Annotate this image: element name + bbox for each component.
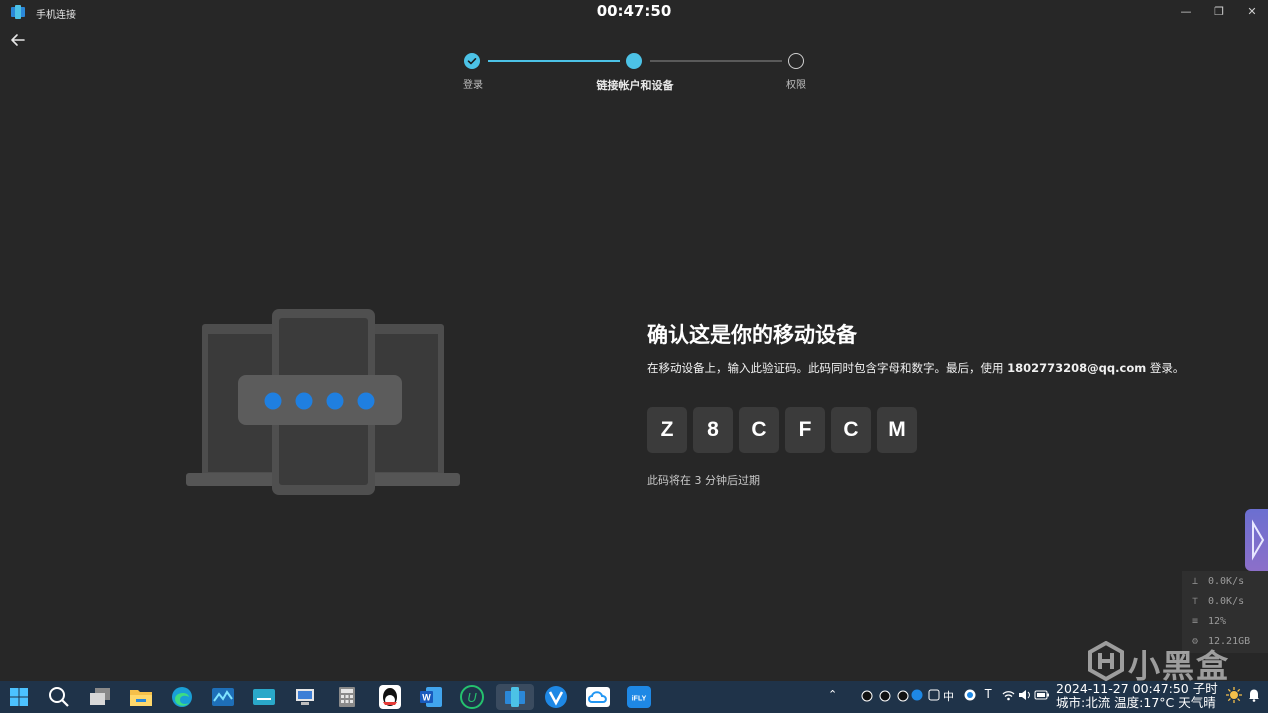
code-char: C	[831, 407, 871, 453]
code-char: C	[739, 407, 779, 453]
code-char: Z	[647, 407, 687, 453]
word-icon: W	[420, 687, 442, 707]
step-2-label: 链接帐户和设备	[596, 79, 674, 92]
cpu-icon: ≡	[1191, 615, 1199, 627]
windows-logo-icon	[10, 688, 28, 706]
v-app-icon	[545, 686, 567, 708]
computer-icon	[296, 689, 314, 705]
code-char: M	[877, 407, 917, 453]
restore-button[interactable]: ❐	[1208, 3, 1230, 21]
clock-overlay: 00:47:50	[596, 2, 672, 20]
u-app-icon: U	[460, 685, 484, 709]
utools-button[interactable]: U	[458, 684, 486, 710]
edge-browser-button[interactable]	[168, 684, 196, 710]
taskbar-datetime: 2024-11-27 00:47:50 子时	[1056, 681, 1218, 696]
cloud-icon	[586, 687, 610, 707]
svg-text:U: U	[467, 690, 477, 705]
taskbar-clock[interactable]: 2024-11-27 00:47:50 子时 城市:北流 温度:17°C 天气晴	[1056, 682, 1218, 710]
monitor-app-button[interactable]	[209, 684, 237, 710]
code-char: F	[785, 407, 825, 453]
v-app-button[interactable]	[542, 684, 570, 710]
folder-icon	[130, 690, 152, 706]
edge-icon	[172, 687, 192, 707]
upload-speed: 0.0K/s	[1208, 595, 1245, 607]
minimize-button[interactable]: —	[1175, 3, 1197, 21]
code-char: 8	[693, 407, 733, 453]
upload-icon: ⊤	[1191, 595, 1199, 607]
search-icon	[49, 687, 69, 707]
word-button[interactable]: W	[417, 684, 445, 710]
cpu-usage: 12%	[1208, 615, 1227, 627]
step-3-label: 权限	[786, 80, 806, 91]
phone-link-taskbar-button[interactable]	[496, 684, 534, 710]
tray-overflow-chevron-icon[interactable]: ⌃	[828, 688, 837, 701]
svg-text:W: W	[422, 693, 431, 703]
devices-illustration	[186, 309, 460, 495]
cloud-app-button[interactable]	[584, 684, 612, 710]
taskbar-weather: 城市:北流 温度:17°C 天气晴	[1056, 695, 1216, 710]
download-speed: 0.0K/s	[1208, 575, 1245, 587]
chart-app-icon	[212, 688, 234, 706]
tray-qq-icon[interactable]	[861, 689, 915, 706]
phone-link-icon	[505, 687, 525, 707]
remote-desktop-button[interactable]	[291, 684, 319, 710]
calculator-icon	[339, 687, 355, 707]
weather-sun-icon[interactable]	[1226, 687, 1242, 706]
calculator-button[interactable]	[333, 684, 361, 710]
verification-code: Z 8 C F C M	[647, 407, 917, 453]
task-view-button[interactable]	[86, 684, 114, 710]
tray-chat-icon[interactable]	[964, 689, 976, 704]
step-3-pending-icon	[788, 53, 804, 69]
ime-indicator[interactable]: 中	[943, 688, 954, 704]
keyboard-icon	[253, 689, 275, 705]
volume-icon[interactable]	[1018, 689, 1031, 704]
step-2-current-icon	[626, 53, 642, 69]
title-bar: 手机连接 00:47:50 — ❐ ✕	[0, 0, 1268, 26]
taskbar: W U iFLY ⌃ 中 Ꭲ 2024-11-27 00:47:50 子时 城市…	[0, 681, 1268, 713]
search-button[interactable]	[45, 684, 73, 710]
wifi-icon[interactable]	[1002, 689, 1015, 704]
keyboard-app-button[interactable]	[250, 684, 278, 710]
instruction-text: 在移动设备上，输入此验证码。此码同时包含字母和数字。最后，使用 18027732…	[647, 361, 1185, 375]
back-arrow-icon[interactable]	[8, 30, 28, 50]
watermark: 小黑盒	[1080, 641, 1268, 685]
expire-note: 此码将在 3 分钟后过期	[647, 474, 760, 487]
bluetooth-icon[interactable]: Ꭲ	[985, 687, 992, 702]
ifly-icon: iFLY	[627, 686, 651, 708]
tray-v-icon[interactable]	[911, 689, 923, 704]
download-icon: ⊥	[1191, 575, 1199, 587]
step-1-label: 登录	[463, 80, 483, 91]
floating-sidebar-handle[interactable]	[1245, 509, 1268, 571]
step-line-pending	[650, 60, 782, 62]
step-line-done	[488, 60, 620, 62]
page-heading: 确认这是你的移动设备	[647, 323, 857, 347]
watermark-logo-icon	[1088, 641, 1124, 681]
close-button[interactable]: ✕	[1241, 3, 1263, 21]
svg-text:iFLY: iFLY	[632, 696, 647, 703]
start-button[interactable]	[5, 684, 33, 710]
tray-app-icon[interactable]	[928, 689, 940, 704]
qq-button[interactable]	[376, 684, 404, 710]
progress-stepper: 登录 链接帐户和设备 权限	[0, 50, 1268, 95]
step-1-check-icon	[464, 53, 480, 69]
qq-penguin-icon	[379, 685, 401, 709]
account-email: 1802773208@qq.com	[1007, 361, 1147, 375]
battery-icon[interactable]	[1034, 689, 1050, 704]
task-view-icon	[90, 688, 110, 705]
notification-bell-icon[interactable]	[1248, 688, 1260, 705]
file-explorer-button[interactable]	[127, 684, 155, 710]
ifly-button[interactable]: iFLY	[625, 684, 653, 710]
